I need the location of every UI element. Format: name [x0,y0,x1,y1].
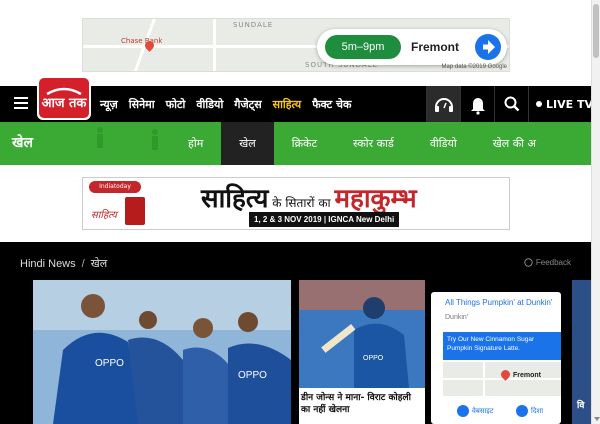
map-road [483,362,485,396]
live-tv-button[interactable]: LIVE TV [528,86,600,122]
aajtak-logo[interactable]: आज तक [33,74,95,122]
breadcrumb: Hindi News / खेल [20,256,107,271]
nav-item-cinema[interactable]: सिनेमा [129,97,155,112]
hero-photo: OPPO OPPO [33,280,291,424]
logo-text: आज तक [42,96,88,111]
breadcrumb-current: खेल [90,258,108,270]
map-ad-actions: वेबसाइट दिशा [443,398,561,424]
nav-item-video[interactable]: वीडियो [196,97,223,112]
page: SUNDALE Chase Bank SOUTH SUNDALE 5m–9pm … [0,0,600,424]
brand-sahitya: साहित्य [91,210,117,221]
map-label-sundale: SUNDALE [233,21,274,29]
banner-title: साहित्य के सितारों का महाकुम्भ [201,179,417,215]
subnav-item-video[interactable]: वीडियो [412,122,475,165]
jersey-brand: OPPO [363,355,384,362]
map-credit: Map data ©2019 Google [441,64,507,70]
main-nav-items: न्यूज़ सिनेमा फोटो वीडियो गैजेट्स साहित्… [100,86,351,122]
feedback-link[interactable]: Feedback [524,258,571,267]
map-ad-headline[interactable]: All Things Pumpkin' at Dunkin' [445,298,552,307]
breadcrumb-separator: / [81,258,85,270]
subnav-item-scorecard[interactable]: स्कोर कार्ड [335,122,412,165]
next-story-text: वि [577,401,585,411]
top-map-ad[interactable]: SUNDALE Chase Bank SOUTH SUNDALE 5m–9pm … [82,18,510,72]
nav-icon-group: LIVE TV [426,86,600,122]
audio-button[interactable] [426,86,460,122]
notification-button[interactable] [460,86,494,122]
banner-title-big: महाकुम्भ [334,184,417,214]
map-ad-promo[interactable]: Try Our New Cinnamon Sugar Pumpkin Signa… [443,332,561,360]
jersey-brand: OPPO [95,358,124,369]
hero-story-image[interactable]: OPPO OPPO [33,280,291,424]
banner-brand: Indiatoday साहित्य [89,181,145,227]
live-dot-icon [536,101,542,107]
map-road [213,19,216,71]
section-subnav: खेल होम खेल क्रिकेट स्कोर कार्ड वीडियो ख… [0,122,591,165]
page-scrollbar[interactable] [591,0,600,424]
brand-logo: Indiatoday [89,181,141,193]
feedback-label: Feedback [535,258,571,267]
directions-action-label: दिशा [531,406,544,415]
website-action[interactable]: वेबसाइट [443,405,502,417]
subnav-item-more[interactable]: खेल की अ [475,122,554,165]
story-card-headline: डीन जोन्स ने माना- विराट कोहली का नहीं ख… [301,393,411,415]
directions-action[interactable]: दिशा [502,405,561,417]
scroll-down-arrow-icon[interactable] [594,417,600,421]
map-ad-brand: Dunkin' [445,314,469,321]
sahitya-banner-ad[interactable]: Indiatoday साहित्य साहित्य के सितारों का… [82,177,510,230]
section-title: खेल [12,135,33,151]
subnav-item-sports[interactable]: खेल [221,122,274,165]
map-ad-place: Fremont [513,372,541,379]
feedback-icon [524,258,533,267]
bell-icon [471,98,485,115]
scrollbar-thumb[interactable] [593,4,599,58]
ad-time-badge: 5m–9pm [325,35,401,59]
banner-title-small: के सितारों का [268,196,335,210]
map-label-bank: Chase Bank [121,37,163,45]
next-story-card[interactable]: वि [572,280,591,424]
nav-item-fact-check[interactable]: फैक्ट चेक [312,97,351,112]
banner-title-main: साहित्य [201,184,269,214]
search-button[interactable] [494,86,528,122]
globe-icon [457,405,469,417]
subnav-item-home[interactable]: होम [170,122,221,165]
banner-date: 1, 2 & 3 NOV 2019 | IGNCA New Delhi [249,212,400,227]
directions-icon [516,405,528,417]
story-card-image: OPPO [299,280,425,388]
hamburger-menu-icon[interactable] [14,97,28,109]
nav-item-news[interactable]: न्यूज़ [100,97,118,112]
dunkin-map-ad[interactable]: All Things Pumpkin' at Dunkin' Dunkin' T… [431,292,561,424]
ad-info-pill[interactable]: 5m–9pm Fremont [317,29,507,65]
section-subnav-items: होम खेल क्रिकेट स्कोर कार्ड वीडियो खेल क… [170,122,554,165]
content-area: Hindi News / खेल Feedback OPPO OPPO OPPO… [0,242,591,424]
subnav-item-cricket[interactable]: क्रिकेट [274,122,335,165]
brand-emblem [125,197,145,225]
search-icon [504,96,520,112]
ad-place: Fremont [411,40,459,54]
story-card[interactable]: OPPO डीन जोन्स ने माना- विराट कोहली का न… [299,280,425,424]
nav-item-gadgets[interactable]: गैजेट्स [234,97,261,112]
directions-icon[interactable] [475,34,501,60]
map-ad-map[interactable]: Fremont [443,362,561,396]
website-action-label: वेबसाइट [472,406,494,415]
nav-item-photo[interactable]: फोटो [166,97,186,112]
jersey-brand: OPPO [238,370,267,381]
live-tv-label: LIVE TV [546,97,593,111]
breadcrumb-home[interactable]: Hindi News [20,258,76,270]
nav-item-sahitya[interactable]: साहित्य [273,97,302,112]
headphones-icon [435,98,453,112]
